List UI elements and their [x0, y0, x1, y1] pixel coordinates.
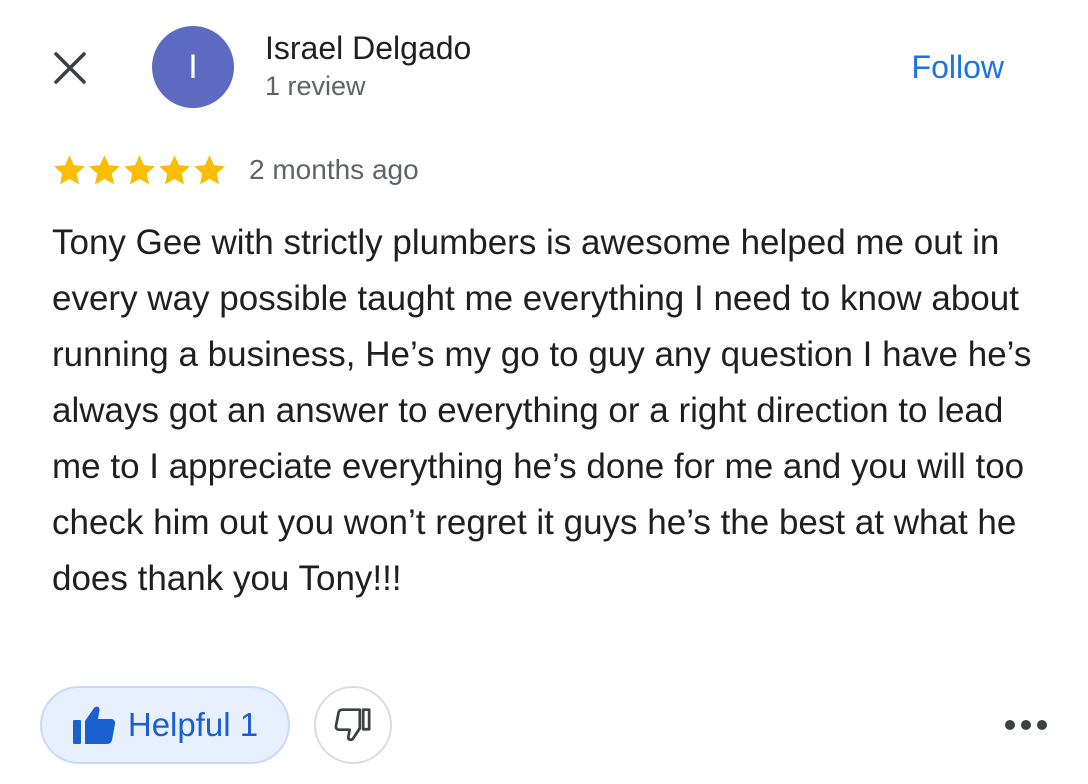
reviewer-info: Israel Delgado 1 review [265, 28, 471, 104]
star-icon [194, 154, 225, 184]
star-icon [159, 154, 190, 184]
review-date: 2 months ago [249, 154, 419, 185]
thumbs-up-icon [72, 706, 115, 744]
helpful-button[interactable]: Helpful 1 [40, 686, 290, 764]
not-helpful-button[interactable] [314, 686, 392, 764]
close-button[interactable] [50, 48, 90, 88]
star-icon [54, 154, 85, 184]
rating-row: 2 months ago [52, 150, 419, 190]
avatar-initial: I [188, 48, 198, 86]
star-icon [124, 154, 155, 184]
follow-button[interactable]: Follow [912, 46, 1004, 88]
thumbs-down-icon [334, 708, 371, 742]
avatar[interactable]: I [152, 26, 234, 108]
star-icon [89, 154, 120, 184]
helpful-label: Helpful 1 [127, 706, 259, 743]
more-horizontal-icon [1005, 720, 1047, 730]
review-card: I Israel Delgado 1 review Follow 2 month… [0, 0, 1088, 784]
close-icon [54, 52, 86, 84]
more-options-button[interactable] [1002, 708, 1050, 742]
reviewer-name[interactable]: Israel Delgado [265, 28, 471, 68]
review-text: Tony Gee with strictly plumbers is aweso… [52, 223, 1032, 598]
review-count: 1 review [265, 71, 366, 101]
star-rating [52, 153, 227, 188]
